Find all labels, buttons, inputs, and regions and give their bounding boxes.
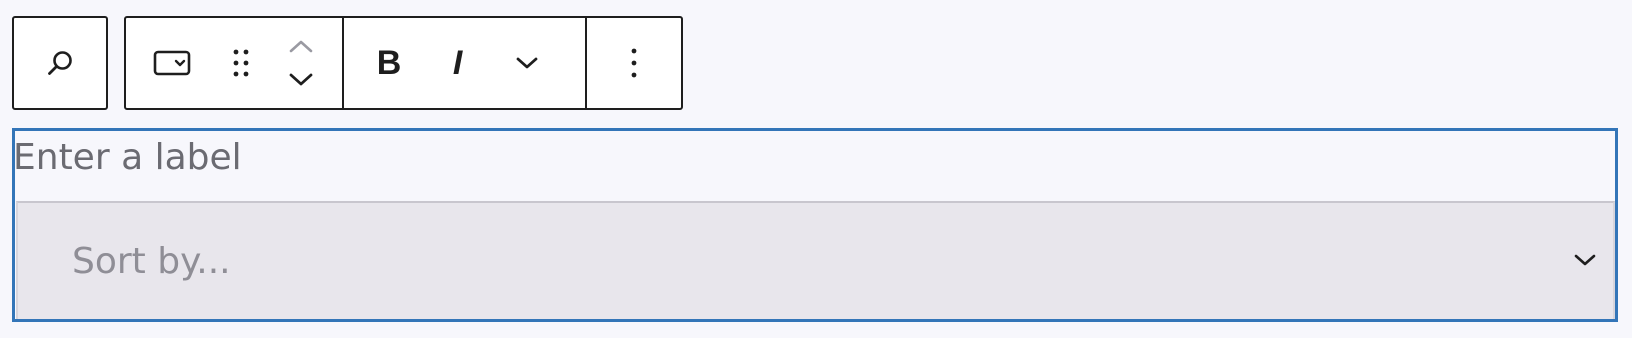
block-toolbar: B I	[124, 16, 683, 110]
sort-by-placeholder: Sort by...	[72, 241, 231, 282]
move-up-button[interactable]	[281, 34, 321, 58]
options-button[interactable]	[587, 18, 681, 108]
chevron-down-icon	[288, 73, 314, 87]
bold-label: B	[376, 44, 402, 82]
drag-handle-icon	[231, 48, 251, 78]
chevron-down-icon	[515, 56, 539, 70]
block-mover	[265, 18, 336, 108]
select-block-icon	[153, 50, 191, 76]
move-down-button[interactable]	[281, 68, 321, 92]
more-formats-button[interactable]	[481, 18, 572, 108]
chevron-up-icon	[288, 39, 314, 53]
more-vertical-icon	[630, 47, 638, 79]
block-type-button[interactable]	[126, 18, 217, 108]
search-button[interactable]	[14, 18, 106, 108]
sort-by-select[interactable]: Sort by...	[16, 201, 1615, 319]
italic-label: I	[452, 44, 463, 82]
bold-button[interactable]: B	[344, 18, 433, 108]
label-input[interactable]: Enter a label	[13, 137, 242, 178]
sort-by-block[interactable]: Enter a label Sort by...	[12, 128, 1618, 322]
search-icon	[45, 48, 75, 78]
search-toolbar-group	[12, 16, 108, 110]
chevron-down-icon	[1573, 253, 1597, 272]
italic-button[interactable]: I	[434, 18, 482, 108]
drag-handle-button[interactable]	[217, 18, 265, 108]
